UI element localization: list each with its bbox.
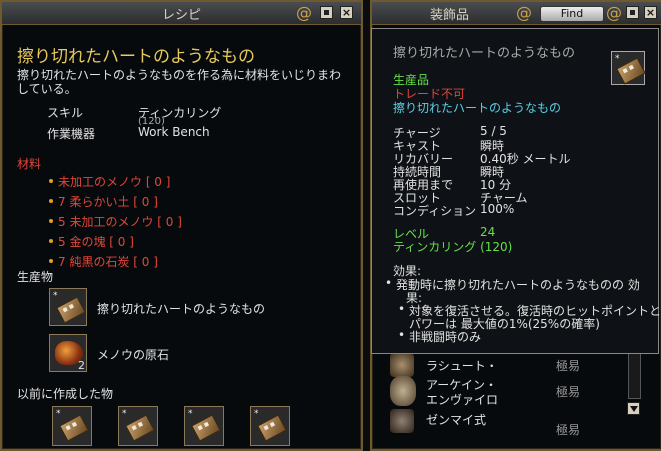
previously-made-slot[interactable]: *: [118, 406, 158, 446]
recipe-list: ラシュート・ 極易 アーケイン・ エンヴァイロ 極易 ゼンマイ式 極易: [384, 347, 639, 445]
stat-value: 5 / 5: [480, 124, 507, 138]
worn-heart-icon: [191, 414, 221, 442]
stat-label: コンディション: [393, 204, 477, 218]
skill-requirement: ティンカリング (120): [393, 240, 513, 254]
close-button[interactable]: ×: [644, 6, 657, 19]
list-scrollbar[interactable]: [628, 352, 641, 399]
bullet-icon: •: [398, 302, 406, 316]
list-item-name-line2: エンヴァイロ: [426, 393, 499, 407]
recipe-window: レシピ @ × 擦り切れたハートのようなもの 擦り切れたハートのようなものを作る…: [0, 0, 363, 451]
materials-header: 材料: [17, 157, 42, 171]
previously-made-slot[interactable]: *: [250, 406, 290, 446]
list-item-difficulty: 極易: [556, 423, 581, 437]
sparkle-icon: *: [56, 409, 61, 419]
material-item[interactable]: 7 柔らかい土 [ 0 ]: [58, 193, 158, 210]
material-item[interactable]: 5 未加工のメノウ [ 0 ]: [58, 213, 182, 230]
list-item-icon: [390, 409, 414, 433]
accessory-titlebar[interactable]: 装飾品 @ Find @ ×: [372, 2, 661, 25]
sparkle-icon: *: [188, 409, 193, 419]
stat-value: 100%: [480, 202, 515, 216]
recipe-description-line2: している。: [17, 82, 77, 96]
close-button[interactable]: ×: [340, 6, 353, 19]
effect-line: 発動時に擦り切れたハートのようなものの 効: [396, 278, 640, 292]
recipe-titlebar[interactable]: レシピ @ ×: [2, 2, 361, 25]
find-button[interactable]: Find: [540, 6, 604, 22]
level-value: 24: [480, 225, 496, 239]
effect-sub-line: 非戦闘時のみ: [409, 330, 482, 344]
material-bullet: [49, 219, 53, 223]
scroll-down-button[interactable]: [627, 402, 640, 415]
product-slot[interactable]: *: [49, 288, 87, 326]
swirl-ornament-icon: @: [516, 3, 532, 22]
item-tooltip: 擦り切れたハートのようなもの * 生産品 トレード不可 擦り切れたハートのような…: [371, 28, 661, 354]
bullet-icon: •: [385, 276, 393, 290]
tag-item-name: 擦り切れたハートのようなもの: [393, 101, 562, 115]
skill-label: スキル: [47, 106, 84, 120]
list-item-icon: [390, 376, 416, 406]
previously-made-slot[interactable]: *: [184, 406, 224, 446]
sparkle-icon: *: [615, 54, 620, 64]
material-bullet: [49, 239, 53, 243]
previously-made-header: 以前に作成した物: [17, 387, 114, 401]
worn-heart-icon: [616, 57, 646, 85]
material-item[interactable]: 5 金の塊 [ 0 ]: [58, 233, 134, 250]
list-item-difficulty: 極易: [556, 385, 581, 399]
station-label: 作業機器: [47, 127, 96, 141]
material-item[interactable]: 7 純黒の石炭 [ 0 ]: [58, 253, 158, 270]
list-item-name: ゼンマイ式: [426, 413, 487, 427]
worn-heart-icon: [125, 414, 155, 442]
list-item-difficulty: 極易: [556, 359, 581, 373]
worn-heart-icon: [257, 414, 287, 442]
product-name[interactable]: メノウの原石: [97, 346, 169, 363]
bullet-icon: •: [398, 328, 406, 342]
tooltip-title: 擦り切れたハートのようなもの: [393, 46, 576, 61]
material-bullet: [49, 199, 53, 203]
swirl-ornament-icon: @: [296, 3, 312, 22]
product-count: 2: [78, 359, 85, 372]
worn-heart-icon: [56, 296, 86, 324]
list-item[interactable]: アーケイン・ エンヴァイロ 極易: [384, 374, 634, 408]
product-slot[interactable]: 2: [49, 334, 87, 372]
arrow-down-icon: [630, 406, 638, 412]
material-bullet: [49, 179, 53, 183]
recipe-window-title: レシピ: [162, 8, 202, 23]
material-item[interactable]: 未加工のメノウ [ 0 ]: [58, 173, 170, 190]
sparkle-icon: *: [53, 291, 58, 301]
worn-heart-icon: [59, 414, 89, 442]
swirl-ornament-icon: @: [606, 3, 622, 22]
accessory-window-title: 装飾品: [430, 8, 470, 23]
previously-made-slot[interactable]: *: [52, 406, 92, 446]
sparkle-icon: *: [254, 409, 259, 419]
recipe-item-title: 擦り切れたハートのようなもの: [17, 47, 255, 67]
station-value: Work Bench: [138, 125, 210, 139]
material-bullet: [49, 259, 53, 263]
product-name[interactable]: 擦り切れたハートのようなもの: [97, 300, 265, 317]
minimize-button[interactable]: [626, 6, 639, 19]
tooltip-item-icon: *: [611, 51, 646, 85]
minimize-button[interactable]: [320, 6, 333, 19]
sparkle-icon: *: [122, 409, 127, 419]
list-item-name: ラシュート・: [426, 359, 498, 373]
list-item[interactable]: ゼンマイ式 極易: [384, 409, 634, 437]
products-header: 生産物: [17, 270, 54, 284]
